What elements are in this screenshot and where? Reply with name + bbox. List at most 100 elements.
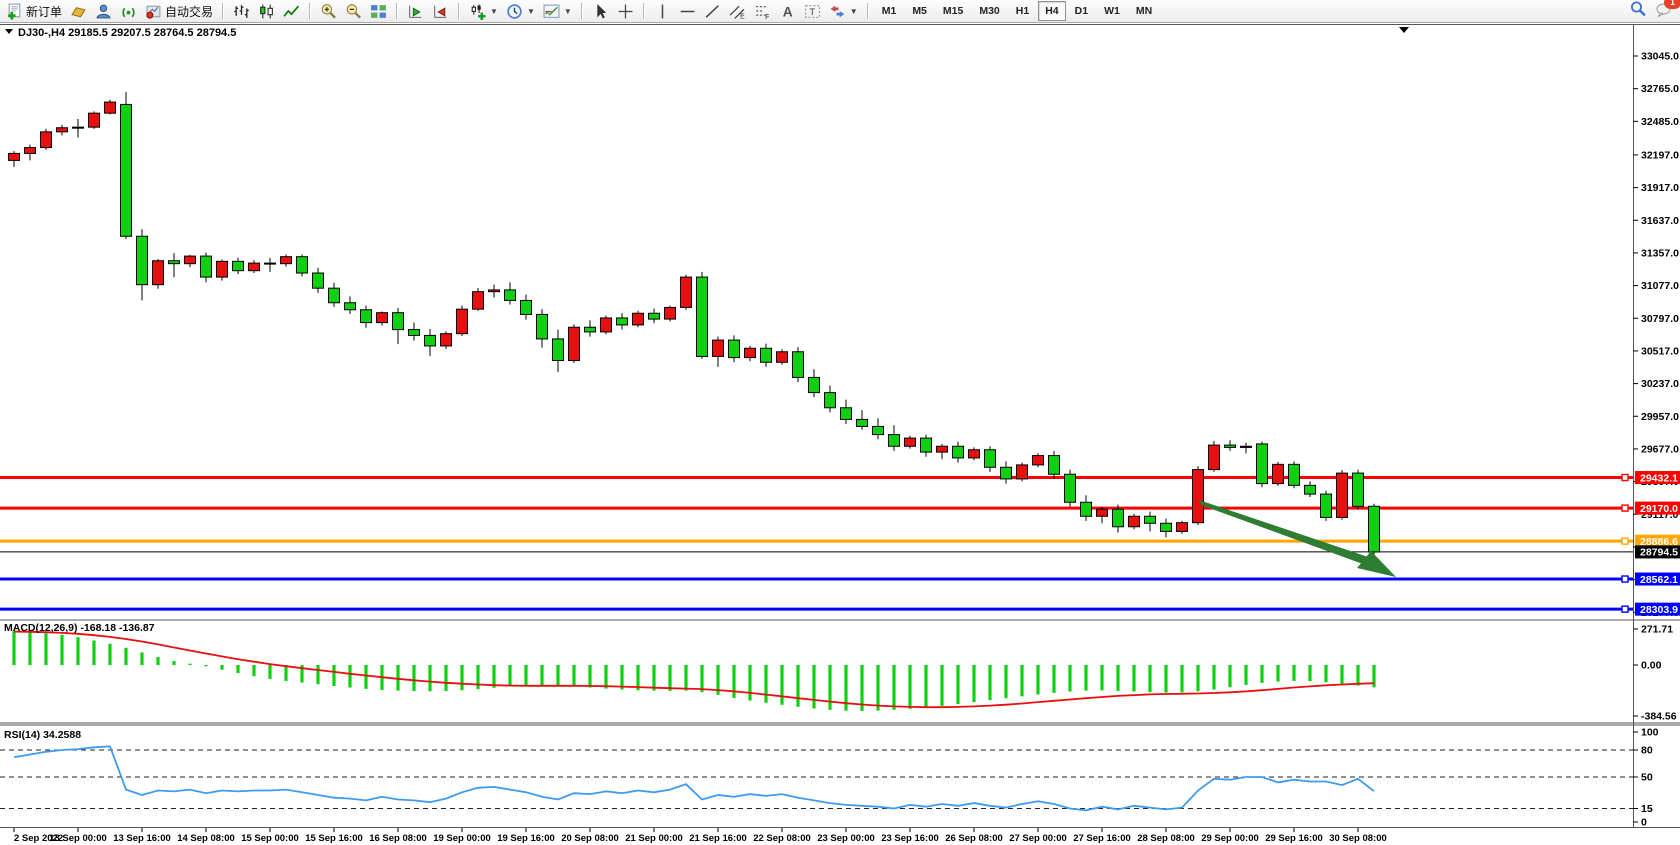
timeframe-group: M1M5M15M30H1H4D1W1MN (872, 0, 1162, 22)
trendline-button[interactable] (701, 2, 724, 21)
gold-button[interactable] (67, 2, 90, 21)
toolbar-separator (222, 3, 224, 19)
arrows-icon (829, 3, 846, 20)
svg-text:32765.0: 32765.0 (1641, 83, 1679, 95)
resistance-line-2-handle[interactable] (1622, 505, 1628, 511)
svg-text:15 Sep 00:00: 15 Sep 00:00 (241, 833, 299, 844)
support-line-orange-handle[interactable] (1622, 538, 1628, 544)
svg-text:32485.0: 32485.0 (1641, 116, 1679, 128)
auto-trading-button[interactable]: 自动交易 (142, 2, 216, 21)
indicator-icon (543, 3, 560, 20)
line-chart-button[interactable] (280, 2, 303, 21)
candlestick-chart-button[interactable] (255, 2, 278, 21)
svg-text:13 Sep 16:00: 13 Sep 16:00 (113, 833, 171, 844)
fibo-icon: F (754, 3, 771, 20)
svg-text:28 Sep 08:00: 28 Sep 08:00 (1137, 833, 1195, 844)
svg-text:100: 100 (1641, 727, 1659, 739)
chart-canvas[interactable]: 33045.032765.032485.032197.031917.031637… (0, 0, 1680, 845)
svg-text:50: 50 (1641, 772, 1653, 784)
support-line-blue-1-handle[interactable] (1622, 576, 1628, 582)
svg-text:29957.0: 29957.0 (1641, 411, 1679, 423)
chart-forward-button[interactable] (404, 2, 427, 21)
svg-text:22 Sep 08:00: 22 Sep 08:00 (753, 833, 811, 844)
macd-label: MACD(12,26,9) -168.18 -136.87 (4, 622, 155, 634)
zoom-in-button[interactable] (317, 2, 340, 21)
text-button[interactable]: A (776, 2, 799, 21)
tile-windows-button[interactable] (367, 2, 390, 21)
auto-trading-button-label: 自动交易 (165, 3, 213, 20)
bar-chart-button[interactable] (230, 2, 253, 21)
indicators-button[interactable]: ▼ (540, 2, 575, 21)
new-order-button[interactable]: 新订单 (3, 2, 65, 21)
signals-button[interactable] (117, 2, 140, 21)
svg-text:F: F (765, 13, 769, 19)
timeframe-button-mn[interactable]: MN (1129, 1, 1159, 21)
notifications-icon[interactable]: 1 (1655, 0, 1674, 23)
timeframe-button-w1[interactable]: W1 (1097, 1, 1127, 21)
svg-text:19 Sep 00:00: 19 Sep 00:00 (433, 833, 491, 844)
vertical-line-button[interactable] (651, 2, 674, 21)
cursor-button[interactable] (589, 2, 612, 21)
svg-text:28562.1: 28562.1 (1640, 574, 1678, 586)
svg-text:28794.5: 28794.5 (1640, 547, 1678, 559)
toolbar-group (586, 0, 640, 22)
toolbar-group (227, 0, 306, 22)
dropdown-arrow-icon[interactable]: ▼ (850, 7, 858, 16)
arrows-button[interactable]: ▼ (826, 2, 861, 21)
svg-text:27 Sep 16:00: 27 Sep 16:00 (1073, 833, 1131, 844)
community-button[interactable] (92, 2, 115, 21)
support-line-blue-2-handle[interactable] (1622, 606, 1628, 612)
person-icon (95, 3, 112, 20)
horizontal-line-button[interactable] (676, 2, 699, 21)
svg-text:16 Sep 08:00: 16 Sep 08:00 (369, 833, 427, 844)
label-button[interactable]: T (801, 2, 824, 21)
svg-text:13 Sep 00:00: 13 Sep 00:00 (49, 833, 107, 844)
timeframe-button-m1[interactable]: M1 (875, 1, 904, 21)
new-chart-button[interactable]: ▼ (466, 2, 501, 21)
dropdown-arrow-icon[interactable]: ▼ (564, 7, 572, 16)
timeframe-button-m30[interactable]: M30 (972, 1, 1006, 21)
svg-text:-384.56: -384.56 (1641, 711, 1677, 723)
svg-text:15: 15 (1641, 803, 1653, 815)
hline-icon (679, 3, 696, 20)
svg-text:23 Sep 16:00: 23 Sep 16:00 (881, 833, 939, 844)
zoomout-icon (345, 3, 362, 20)
resistance-line-1-handle[interactable] (1622, 475, 1628, 481)
fibonacci-button[interactable]: F (751, 2, 774, 21)
toolbar-group: ▼ ▼ ▼ (463, 0, 578, 22)
chart-background (0, 23, 1680, 845)
svg-text:21 Sep 16:00: 21 Sep 16:00 (689, 833, 747, 844)
trendline-icon (704, 3, 721, 20)
svg-text:31077.0: 31077.0 (1641, 280, 1679, 292)
chart-back-button[interactable] (429, 2, 452, 21)
svg-text:32197.0: 32197.0 (1641, 149, 1679, 161)
tiles-icon (370, 3, 387, 20)
timeframe-button-h1[interactable]: H1 (1009, 1, 1036, 21)
toolbar-separator (458, 3, 460, 19)
chartdown-icon (432, 3, 449, 20)
channel-button[interactable]: E (726, 2, 749, 21)
newchart-icon (469, 3, 486, 20)
svg-text:14 Sep 08:00: 14 Sep 08:00 (177, 833, 235, 844)
timeframe-button-d1[interactable]: D1 (1068, 1, 1095, 21)
dropdown-arrow-icon[interactable]: ▼ (527, 7, 535, 16)
toolbar-right: 1 (1629, 0, 1674, 22)
autotrade-icon (145, 3, 162, 20)
timeframe-button-m5[interactable]: M5 (905, 1, 934, 21)
signal-icon (120, 3, 137, 20)
dropdown-arrow-icon[interactable]: ▼ (490, 7, 498, 16)
toolbar-separator (867, 3, 869, 19)
vline-icon (654, 3, 671, 20)
svg-text:31637.0: 31637.0 (1641, 215, 1679, 227)
toolbar-separator (643, 3, 645, 19)
crosshair-button[interactable] (614, 2, 637, 21)
svg-text:29432.1: 29432.1 (1640, 472, 1678, 484)
timeframe-button-m15[interactable]: M15 (936, 1, 970, 21)
zoom-out-button[interactable] (342, 2, 365, 21)
timeframe-button-h4[interactable]: H4 (1038, 1, 1065, 21)
search-icon[interactable] (1629, 0, 1647, 23)
candles-icon (258, 3, 275, 20)
labelT-icon: T (804, 3, 821, 20)
periods-button[interactable]: ▼ (503, 2, 538, 21)
rsi-label: RSI(14) 34.2588 (4, 729, 81, 741)
